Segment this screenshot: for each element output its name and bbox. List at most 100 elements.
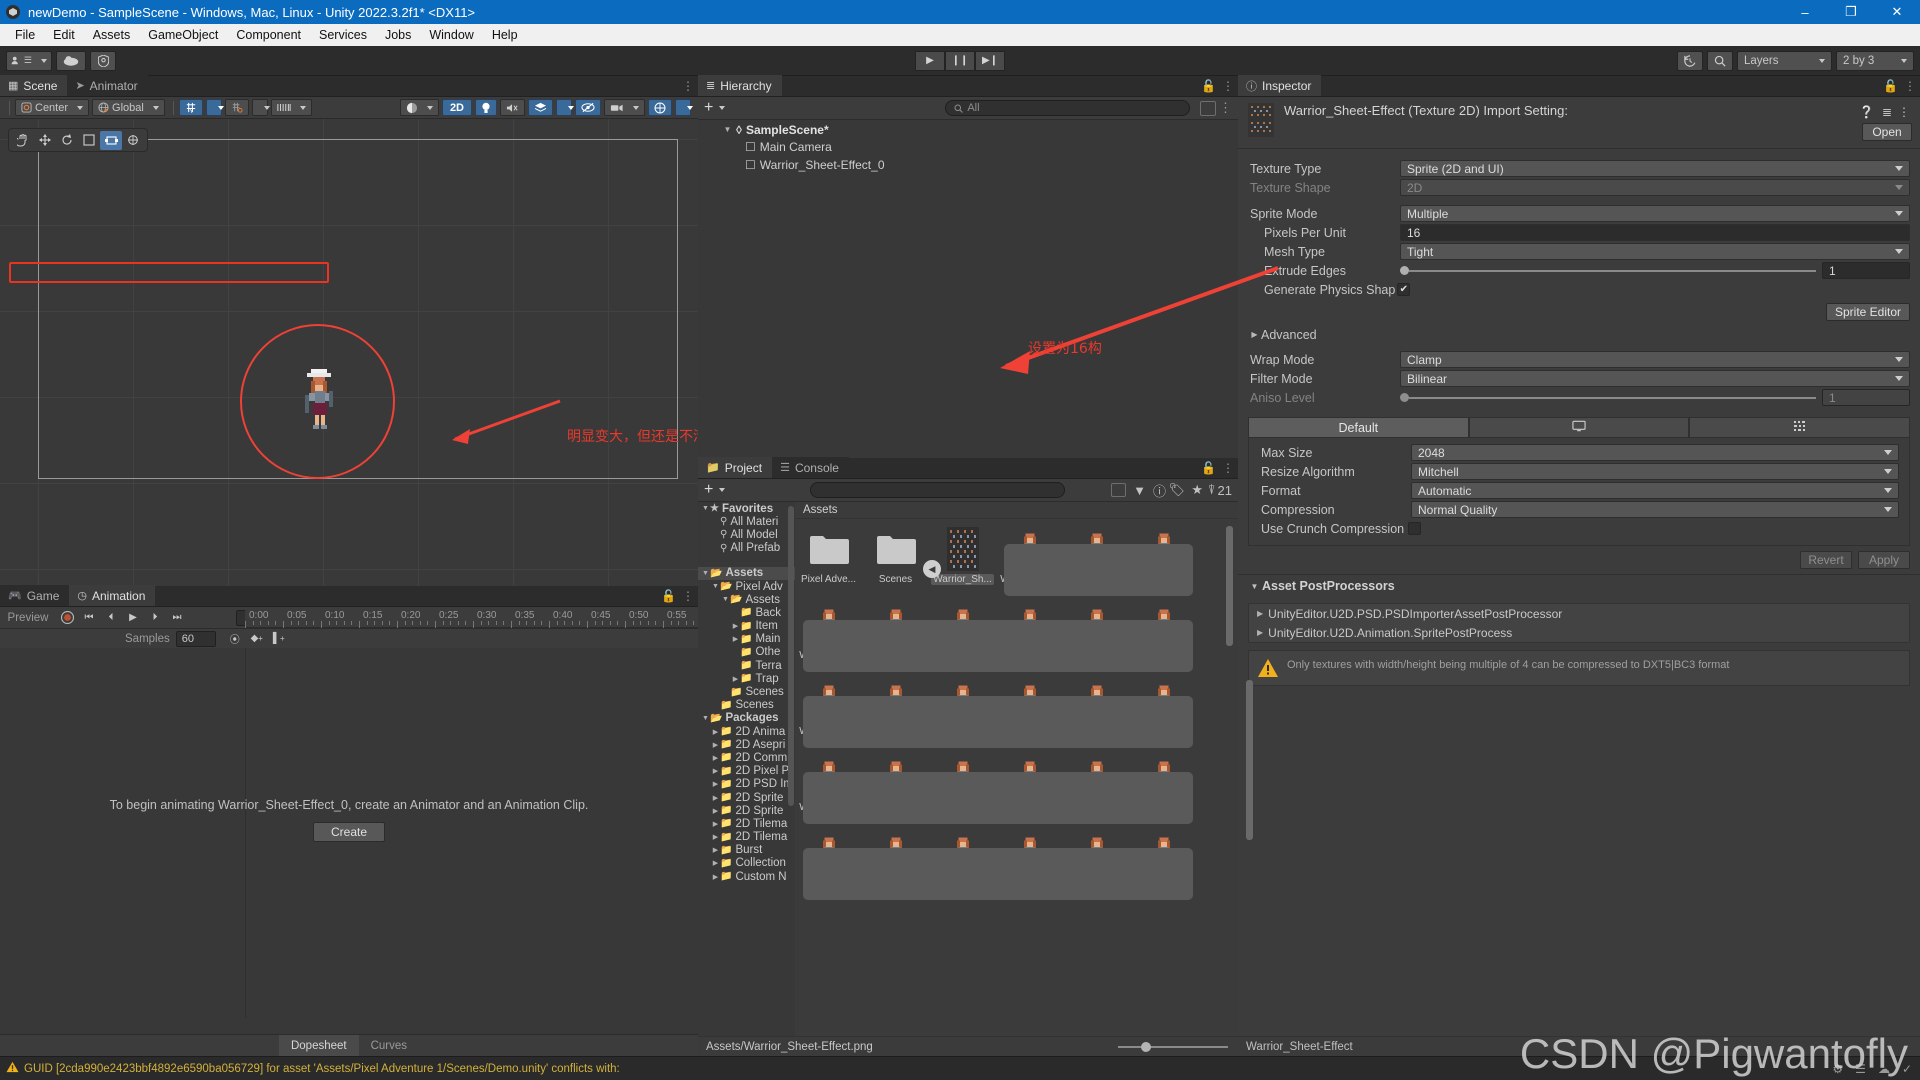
project-tree-item[interactable]: 📁 Scenes [698, 699, 795, 712]
window-controls[interactable]: – ❐ ✕ [1782, 0, 1920, 24]
mesh-type-dropdown[interactable]: Tight [1400, 243, 1910, 260]
project-panel-tabs[interactable]: 📁 Project ☰ Console 🔓 ⋮ [698, 457, 1238, 479]
chevron-right-icon[interactable]: ▶ [711, 833, 720, 841]
project-tree-item[interactable]: 📁 Back [698, 606, 795, 619]
kebab-menu-icon[interactable]: ⋮ [1898, 105, 1910, 119]
animation-toolbar-secondary[interactable]: Samples 60 ⦿ ◆ + ▌ + [0, 629, 698, 649]
lock-icon[interactable]: 🔓 [1883, 79, 1898, 93]
pause-button[interactable]: ❙❙ [945, 50, 975, 71]
undo-history-icon[interactable] [1677, 50, 1703, 71]
apply-button[interactable]: Apply [1858, 551, 1910, 569]
asset-item[interactable]: Scenes [862, 520, 929, 596]
hierarchy-item-main-camera[interactable]: ☐ Main Camera [698, 140, 1238, 154]
chevron-down-icon[interactable] [719, 106, 726, 110]
scene-panel-tabs[interactable]: ▦ Scene ➤ Animator ⋮ [0, 75, 698, 97]
project-tree-item[interactable]: 📁 Scenes [698, 685, 795, 698]
project-tree-item[interactable]: ⚲ All Model [698, 528, 795, 541]
snap-increment-icon[interactable] [224, 99, 249, 116]
generate-physics-shape-row[interactable]: Generate Physics Shap ✔ [1238, 280, 1920, 299]
chevron-right-icon[interactable]: ▶ [711, 741, 720, 749]
lock-icon[interactable]: 🔓 [1201, 461, 1216, 475]
tab-scene[interactable]: ▦ Scene [0, 75, 68, 96]
menu-item-assets[interactable]: Assets [84, 26, 140, 44]
hierarchy-toolbar[interactable]: + All ⋮ [698, 97, 1238, 120]
next-key-button[interactable]: ⏵ [144, 609, 166, 627]
shading-mode-icon[interactable] [399, 99, 439, 116]
play-button[interactable]: ▶ [915, 50, 945, 71]
filter-mode-row[interactable]: Filter Mode Bilinear [1238, 369, 1920, 388]
chevron-right-icon[interactable]: ▶ [711, 859, 720, 867]
help-icon[interactable]: ❔ [1859, 105, 1874, 119]
pixels-per-unit-row[interactable]: Pixels Per Unit 16 [1238, 223, 1920, 242]
postprocessor-item[interactable]: ▶ UnityEditor.U2D.PSD.PSDImporterAssetPo… [1249, 604, 1909, 623]
max-size-row[interactable]: Max Size 2048 [1249, 443, 1909, 462]
shield-icon[interactable] [90, 50, 116, 71]
inspector-panel-menu[interactable]: 🔓 ⋮ [1883, 79, 1916, 93]
chevron-right-icon[interactable]: ▶ [711, 846, 720, 854]
project-tree-item[interactable]: 📁 Othe [698, 646, 795, 659]
menu-bar[interactable]: File Edit Assets GameObject Component Se… [0, 24, 1920, 46]
tab-dopesheet[interactable]: Dopesheet [278, 1034, 359, 1057]
chevron-right-icon[interactable]: ▶ [711, 767, 720, 775]
menu-item-services[interactable]: Services [310, 26, 376, 44]
generate-physics-shape-checkbox[interactable]: ✔ [1397, 283, 1411, 296]
pivot-mode-button[interactable]: Center [15, 99, 90, 116]
asset-postprocessors-foldout[interactable]: ▼ Asset PostProcessors [1238, 575, 1920, 597]
hierarchy-panel-menu[interactable]: 🔓 ⋮ [1201, 79, 1234, 93]
chevron-right-icon[interactable]: ▶ [711, 873, 720, 881]
tab-game[interactable]: 🎮 Game [0, 585, 70, 606]
hierarchy-item-samplescene[interactable]: ▼ ◊ SampleScene* [698, 123, 1238, 137]
project-panel-menu[interactable]: 🔓 ⋮ [1201, 461, 1234, 475]
animation-curve-area[interactable]: To begin animating Warrior_Sheet-Effect_… [0, 648, 698, 1018]
lock-icon[interactable]: 🔓 [661, 589, 676, 603]
kebab-menu-icon[interactable]: ⋮ [1222, 461, 1234, 475]
label-filter-icon[interactable]: 🏷 [1168, 482, 1185, 498]
project-toolbar[interactable]: + ▼ ⓘ 🏷 ★ ⍒ 21 [698, 479, 1238, 502]
project-tree-item[interactable]: 📁 Terra [698, 659, 795, 672]
asset-grid[interactable]: Pixel Adve...Scenes Warrior_Sh... Warrio… [795, 520, 1227, 1025]
project-tree-item[interactable]: ▼ 📂 Pixel Adv [698, 580, 795, 593]
minimize-button[interactable]: – [1782, 0, 1828, 24]
hidden-objects-icon[interactable] [575, 99, 601, 116]
chevron-down-icon[interactable]: ▼ [723, 125, 732, 134]
grid-snap-icon[interactable]: Y [178, 99, 203, 116]
chevron-right-icon[interactable]: ▶ [711, 807, 720, 815]
texture-type-row[interactable]: Texture Type Sprite (2D and UI) [1238, 159, 1920, 178]
filter-mode-dropdown[interactable]: Bilinear [1400, 370, 1910, 387]
project-tree-item[interactable]: ▶ 📁 2D Pixel P [698, 765, 795, 778]
kebab-menu-icon[interactable]: ⋮ [682, 79, 694, 93]
chevron-right-icon[interactable]: ▶ [731, 622, 740, 630]
extrude-edges-slider[interactable] [1400, 266, 1816, 275]
scene-panel-menu[interactable]: ⋮ [682, 79, 694, 93]
search-icon[interactable] [1707, 50, 1733, 71]
preset-icon[interactable]: ≣ [1882, 105, 1892, 119]
first-key-button[interactable]: ⏮ [78, 609, 100, 627]
add-event-icon[interactable]: ▌ + [268, 630, 290, 648]
tab-project[interactable]: 📁 Project [698, 457, 773, 478]
chevron-down-icon[interactable]: ▼ [711, 583, 720, 590]
add-keyframe-icon[interactable]: ⦿ [224, 630, 246, 648]
project-tree-item[interactable]: ▶ 📁 Burst [698, 844, 795, 857]
resize-algorithm-row[interactable]: Resize Algorithm Mitchell [1249, 462, 1909, 481]
kebab-menu-icon[interactable]: ⋮ [1222, 79, 1234, 93]
menu-item-file[interactable]: File [6, 26, 44, 44]
account-icon[interactable]: ☰ [6, 50, 52, 71]
project-tree-item[interactable]: ▶ 📁 2D Sprite [698, 791, 795, 804]
project-folder-tree[interactable]: ▼ ★ Favorites ⚲ All Materi ⚲ All Model ⚲ All Pre… [698, 502, 795, 1056]
sprite-mode-row[interactable]: Sprite Mode Multiple [1238, 204, 1920, 223]
chevron-down-icon[interactable]: ▼ [701, 570, 710, 577]
menu-item-gameobject[interactable]: GameObject [139, 26, 227, 44]
add-key-icon[interactable]: ◆ + [246, 630, 268, 648]
chevron-down-icon[interactable]: ▼ [1250, 582, 1259, 591]
maximize-button[interactable]: ❐ [1828, 0, 1874, 24]
chevron-right-icon[interactable]: ▶ [1257, 628, 1263, 637]
resize-algorithm-dropdown[interactable]: Mitchell [1411, 463, 1899, 480]
chevron-right-icon[interactable]: ▶ [1257, 609, 1263, 618]
animation-timeline-ruler[interactable]: 0:00 0:05 0:10 0:15 0:20 0:25 0:30 0:35 0:40 0:45… [245, 608, 698, 628]
animation-panel-menu[interactable]: 🔓 ⋮ [661, 589, 694, 603]
layers-dropdown[interactable]: Layers [1737, 50, 1832, 71]
grid-snap-dropdown[interactable] [205, 99, 224, 116]
project-tree-item[interactable]: ▼ 📂 Assets [698, 593, 795, 606]
project-tree-item[interactable]: ▶ 📁 2D Asepri [698, 738, 795, 751]
project-tree-item[interactable]: ▶ 📁 Custom N [698, 870, 795, 883]
